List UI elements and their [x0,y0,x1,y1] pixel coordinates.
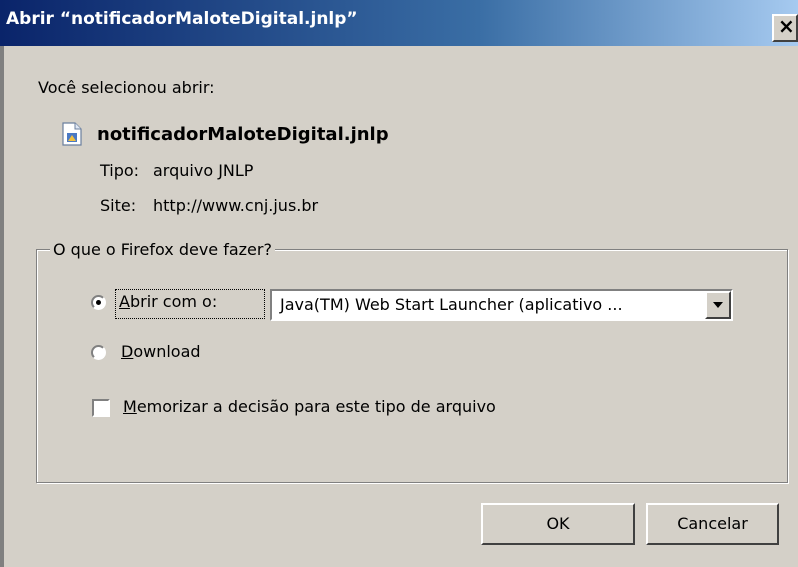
dropdown-button[interactable] [705,291,731,319]
application-select[interactable]: Java(TM) Web Start Launcher (aplicativo … [270,289,733,321]
file-icon [62,122,82,146]
download-accel: D [121,342,134,361]
cancel-button[interactable]: Cancelar [646,503,779,545]
open-with-text: brir com o: [129,292,218,311]
type-value: arquivo JNLP [153,161,254,180]
close-icon: × [778,14,795,38]
chevron-down-icon [713,302,723,308]
download-text: ownload [133,342,201,361]
site-label: Site: [100,196,137,215]
action-group [36,249,788,483]
ok-button[interactable]: OK [481,503,635,545]
radio-selected-dot [96,300,101,305]
open-with-accel: A [119,292,130,311]
window-border [0,46,4,567]
site-value: http://www.cnj.jus.br [153,196,319,215]
application-value: Java(TM) Web Start Launcher (aplicativo … [280,295,623,314]
remember-label[interactable]: Memorizar a decisão para este tipo de ar… [123,397,496,416]
remember-accel: M [123,397,137,416]
window-title: Abrir “notificadorMaloteDigital.jnlp” [6,9,358,29]
open-with-label[interactable]: Abrir com o: [119,292,217,311]
download-label[interactable]: Download [121,342,201,361]
close-button[interactable]: × [772,14,798,42]
download-radio[interactable] [91,345,106,360]
intro-text: Você selecionou abrir: [38,78,215,97]
remember-text: emorizar a decisão para este tipo de arq… [136,397,496,416]
file-name: notificadorMaloteDigital.jnlp [97,124,389,145]
title-bar[interactable]: Abrir “notificadorMaloteDigital.jnlp” [0,0,798,46]
group-legend: O que o Firefox deve fazer? [50,240,275,259]
remember-checkbox[interactable] [92,399,110,417]
open-with-radio[interactable] [91,295,106,310]
type-label: Tipo: [100,161,140,180]
